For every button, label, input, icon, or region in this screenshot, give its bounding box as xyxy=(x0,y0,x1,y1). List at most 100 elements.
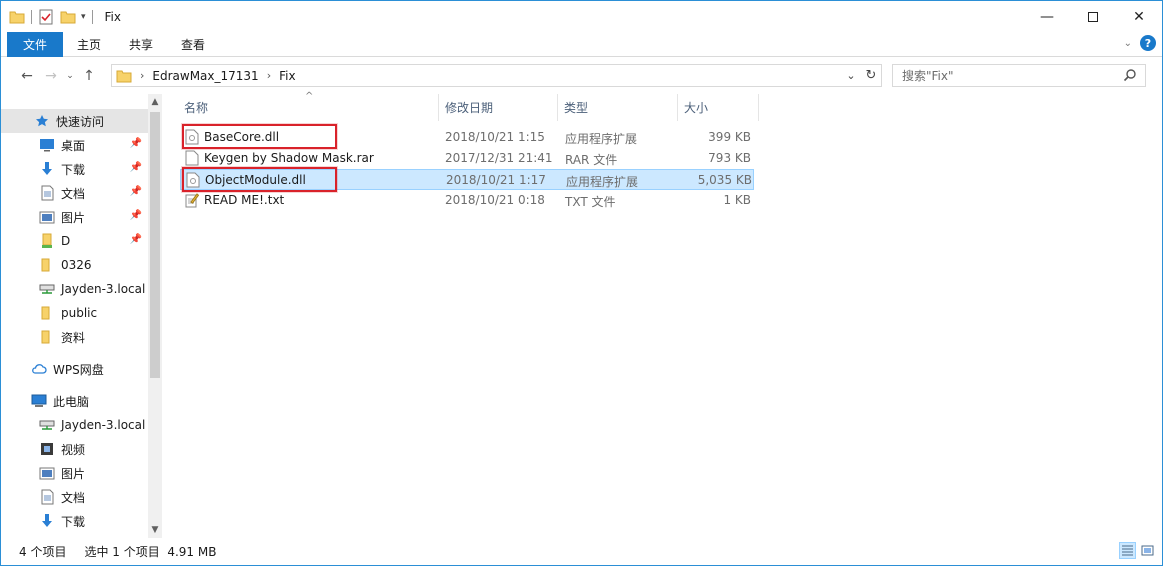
desktop-icon xyxy=(39,137,55,153)
file-date: 2018/10/21 1:17 xyxy=(446,173,546,187)
pin-icon[interactable]: 📌 xyxy=(130,186,142,197)
details-view-button[interactable] xyxy=(1119,542,1136,559)
highlight-box-objectmodule xyxy=(182,167,337,192)
chevron-right-icon[interactable]: › xyxy=(140,69,144,82)
back-button[interactable]: ← xyxy=(15,64,39,88)
sidebar-item-label: 视频 xyxy=(61,442,86,457)
title-bar: ▾ Fix — ✕ xyxy=(1,1,1162,32)
column-header-label: 名称 xyxy=(184,101,209,115)
address-dropdown-icon[interactable]: ⌄ xyxy=(841,69,861,82)
file-row[interactable]: READ ME!.txt 2018/10/21 0:18 TXT 文件 1 KB xyxy=(180,190,754,211)
file-type: 应用程序扩展 xyxy=(565,132,638,146)
file-name: READ ME!.txt xyxy=(204,193,285,207)
pin-icon[interactable]: 📌 xyxy=(130,210,142,221)
folder-icon xyxy=(39,305,55,321)
sidebar-item-label: 资料 xyxy=(61,330,86,345)
sidebar-item-public[interactable]: public xyxy=(1,301,148,325)
up-button[interactable]: ↑ xyxy=(77,64,101,88)
address-bar[interactable]: › EdrawMax_17131 › Fix ⌄ ↻ xyxy=(111,64,882,87)
sidebar-item-documents[interactable]: 文档 📌 xyxy=(1,181,148,205)
sidebar-item-drive-d[interactable]: D 📌 xyxy=(1,229,148,253)
sidebar-item-pictures[interactable]: 图片 📌 xyxy=(1,205,148,229)
tab-file[interactable]: 文件 xyxy=(7,31,64,57)
sidebar-item-label: 文档 xyxy=(61,186,86,201)
rar-file-icon xyxy=(185,150,199,166)
close-button[interactable]: ✕ xyxy=(1116,1,1162,32)
expand-ribbon-icon[interactable]: ⌄ xyxy=(1124,38,1132,49)
search-input[interactable] xyxy=(902,68,1112,83)
file-row[interactable]: Keygen by Shadow Mask.rar 2017/12/31 21:… xyxy=(180,148,754,169)
scroll-down-icon[interactable]: ▼ xyxy=(148,522,162,538)
search-icon[interactable] xyxy=(1123,68,1137,82)
sidebar-item-jayden-local[interactable]: Jayden-3.local xyxy=(1,277,148,301)
explorer-window: ▾ Fix — ✕ 文件 主页 共享 查看 ⌄ ? ← → ⌄ ↑ › Edra… xyxy=(0,0,1163,566)
sidebar-item-this-pc[interactable]: 此电脑 xyxy=(1,389,148,413)
sidebar-item-downloads[interactable]: 下载 📌 xyxy=(1,157,148,181)
new-folder-icon[interactable] xyxy=(60,9,76,25)
ribbon-right: ⌄ ? xyxy=(1124,35,1156,51)
chevron-right-icon[interactable]: › xyxy=(267,69,271,82)
download-icon xyxy=(39,161,55,177)
sidebar-item-downloads-2[interactable]: 下载 xyxy=(1,509,148,533)
drive-icon xyxy=(39,233,55,249)
customize-toolbar-icon[interactable]: ▾ xyxy=(81,12,86,22)
txt-file-icon xyxy=(185,193,199,208)
column-header-type[interactable]: 类型 xyxy=(558,94,678,121)
sidebar-item-label: 下载 xyxy=(61,514,86,529)
sidebar-item-label: public xyxy=(61,306,98,320)
pin-icon[interactable]: 📌 xyxy=(130,234,142,245)
cloud-icon xyxy=(31,361,47,377)
window-controls: — ✕ xyxy=(1024,1,1162,32)
file-size: 1 KB xyxy=(723,193,751,207)
sidebar-scrollbar[interactable]: ▲ ▼ xyxy=(148,94,162,538)
status-selection: 选中 1 个项目 4.91 MB xyxy=(84,545,217,559)
sidebar-item-documents-2[interactable]: 文档 xyxy=(1,485,148,509)
tab-view[interactable]: 查看 xyxy=(167,32,219,57)
forward-button[interactable]: → xyxy=(39,64,63,88)
breadcrumb-edrawmax[interactable]: EdrawMax_17131 xyxy=(152,69,258,83)
recent-locations-button[interactable]: ⌄ xyxy=(63,64,77,88)
scrollbar-thumb[interactable] xyxy=(150,112,160,378)
search-box[interactable] xyxy=(892,64,1146,87)
sidebar-item-label: 快速访问 xyxy=(56,114,105,129)
file-date: 2017/12/31 21:41 xyxy=(445,151,553,165)
column-header-date[interactable]: 修改日期 xyxy=(439,94,558,121)
up-arrow-icon: ↑ xyxy=(83,68,95,84)
navigation-pane: 快速访问 桌面 📌 下载 📌 文档 📌 图片 📌 D 📌 0326 Jayden… xyxy=(1,94,163,538)
breadcrumb-fix[interactable]: Fix xyxy=(279,69,295,83)
sidebar-item-videos[interactable]: 视频 xyxy=(1,437,148,461)
maximize-button[interactable] xyxy=(1070,1,1116,32)
sidebar-item-pictures-2[interactable]: 图片 xyxy=(1,461,148,485)
sidebar-item-quick-access[interactable]: 快速访问 xyxy=(1,109,148,133)
sidebar-item-0326[interactable]: 0326 xyxy=(1,253,148,277)
pin-icon[interactable]: 📌 xyxy=(130,138,142,149)
help-icon[interactable]: ? xyxy=(1140,35,1156,51)
large-icons-view-icon xyxy=(1141,545,1154,556)
forward-arrow-icon: → xyxy=(45,68,57,84)
minimize-button[interactable]: — xyxy=(1024,1,1070,32)
column-header-size[interactable]: 大小 xyxy=(678,94,759,121)
column-header-label: 类型 xyxy=(564,101,589,115)
column-header-label: 修改日期 xyxy=(445,101,494,115)
status-item-count: 4 个项目 xyxy=(19,545,67,559)
large-icons-view-button[interactable] xyxy=(1139,542,1156,559)
sidebar-item-desktop[interactable]: 桌面 📌 xyxy=(1,133,148,157)
sidebar-item-wps-cloud[interactable]: WPS网盘 xyxy=(1,357,148,381)
file-type: 应用程序扩展 xyxy=(566,175,639,189)
refresh-icon[interactable]: ↻ xyxy=(861,68,881,83)
star-icon xyxy=(34,113,50,129)
ribbon-tabs: 文件 主页 共享 查看 ⌄ ? xyxy=(1,31,1162,57)
file-date: 2018/10/21 0:18 xyxy=(445,193,545,207)
download-icon xyxy=(39,513,55,529)
properties-icon[interactable] xyxy=(38,9,54,25)
scroll-up-icon[interactable]: ▲ xyxy=(148,94,162,110)
tab-share[interactable]: 共享 xyxy=(115,32,167,57)
pictures-icon xyxy=(39,209,55,225)
pin-icon[interactable]: 📌 xyxy=(130,162,142,173)
column-header-name[interactable]: 名称 ^ xyxy=(163,91,439,121)
navigation-bar: ← → ⌄ ↑ › EdrawMax_17131 › Fix ⌄ ↻ xyxy=(1,58,1162,94)
tab-home[interactable]: 主页 xyxy=(63,32,115,57)
sidebar-item-jayden-local-2[interactable]: Jayden-3.local xyxy=(1,413,148,437)
details-view-icon xyxy=(1122,545,1133,556)
sidebar-item-ziliao[interactable]: 资料 xyxy=(1,325,148,349)
